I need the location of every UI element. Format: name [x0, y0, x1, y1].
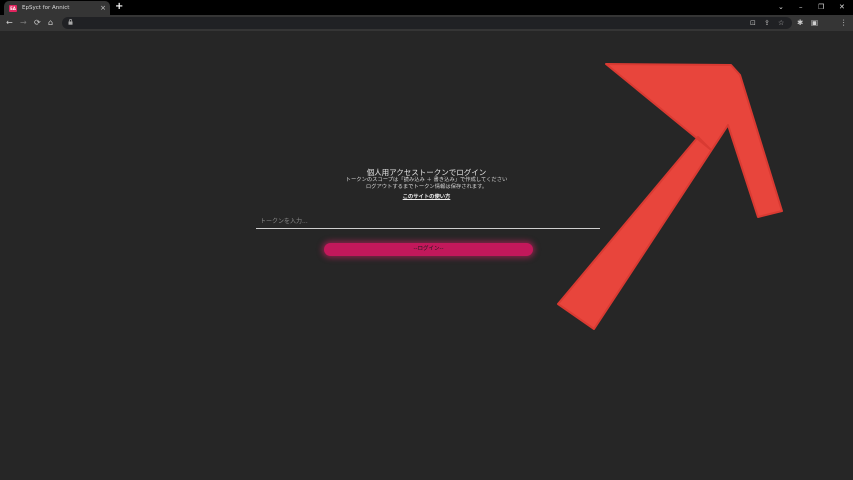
tab-close-icon[interactable]: ×: [100, 4, 106, 12]
forward-icon[interactable]: →: [20, 17, 27, 28]
share-icon[interactable]: ⇪: [764, 19, 770, 27]
reload-icon[interactable]: ⟳: [34, 17, 41, 28]
back-icon[interactable]: ←: [6, 17, 13, 28]
install-app-icon[interactable]: ⊡: [750, 19, 756, 27]
bookmark-star-icon[interactable]: ☆: [778, 19, 784, 27]
browser-tab[interactable]: EA EpSyct for Annict ×: [4, 1, 110, 15]
restore-icon[interactable]: ❐: [818, 1, 824, 13]
extensions-icon[interactable]: ✱: [797, 17, 803, 28]
page-content: 個人用アクセストークンでログイン トークンのスコープは「読み込み ＋ 書き込み」…: [0, 31, 853, 480]
tab-strip: EA EpSyct for Annict × + ⌄ – ❐ ✕: [0, 0, 853, 15]
new-tab-icon[interactable]: +: [115, 1, 123, 13]
minimize-icon[interactable]: –: [799, 1, 803, 13]
tab-title: EpSyct for Annict: [22, 5, 70, 11]
tab-search-icon[interactable]: ⌄: [778, 1, 784, 13]
login-button[interactable]: --ログイン--: [324, 243, 533, 256]
browser-toolbar: ← → ⟳ ⌂ ⊡ ⇪ ☆ ✱ ▣ ⋮: [0, 15, 853, 31]
window-close-icon[interactable]: ✕: [839, 1, 845, 13]
token-input[interactable]: [256, 214, 600, 229]
browser-menu-icon[interactable]: ⋮: [840, 17, 848, 28]
lock-icon[interactable]: [68, 19, 73, 28]
site-favicon-icon: EA: [9, 4, 17, 12]
home-icon[interactable]: ⌂: [48, 17, 53, 28]
red-arrow-icon: [557, 63, 783, 330]
address-bar[interactable]: ⊡ ⇪ ☆: [62, 17, 792, 29]
side-panel-icon[interactable]: ▣: [811, 17, 818, 28]
